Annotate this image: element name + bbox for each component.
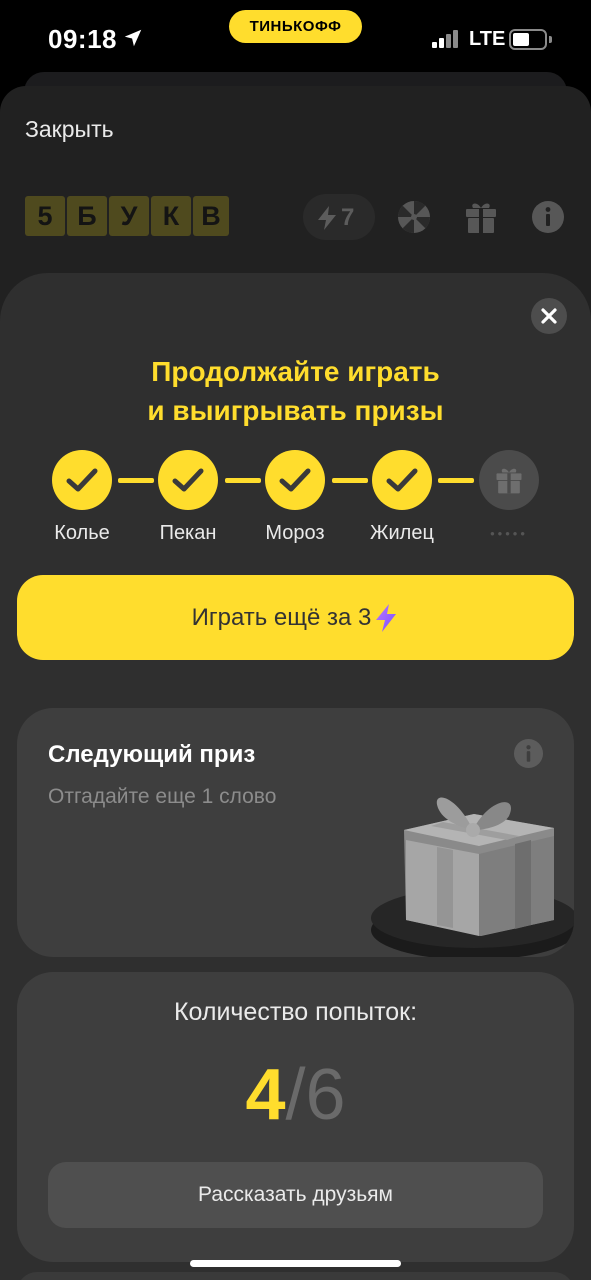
game-logo: 5 Б У К В [25,196,229,236]
logo-letter: Б [67,196,107,236]
step-connector [118,478,154,483]
logo-letter: 5 [25,196,65,236]
close-link[interactable]: Закрыть [25,116,114,143]
next-card-peek [17,1272,574,1280]
step-1-done [52,450,112,510]
info-icon[interactable] [530,199,566,235]
close-icon [541,308,557,324]
info-icon[interactable] [513,738,544,769]
attempts-value: 4/6 [17,1054,574,1136]
battery-icon [509,29,552,50]
step-4-done [372,450,432,510]
play-again-button[interactable]: Играть ещё за 3 [17,575,574,660]
next-prize-title: Следующий приз [48,741,256,768]
screen: 09:18 ТИНЬКОФФ LTE Закрыть 5 Б У К В 7 П… [0,0,591,1280]
wheel-icon[interactable] [396,199,432,235]
attempts-label: Количество попыток: [173,998,418,1026]
checkmark-icon [279,468,311,492]
share-with-friends-button[interactable]: Рассказать друзьям [48,1162,543,1228]
step-label: Пекан [159,522,217,544]
next-prize-subtitle: Отгадайте еще 1 слово [48,785,277,808]
attempts-used: 4 [245,1055,286,1135]
modal-title: Продолжайте играть и выигрывать призы [60,352,531,430]
network-type: LTE [469,28,506,50]
lightning-icon [318,206,336,230]
step-label: Мороз [265,522,325,544]
step-3-done [265,450,325,510]
gift-icon [496,468,522,494]
lightning-icon [376,603,397,632]
attempts-total: 6 [305,1055,346,1135]
logo-letter: В [193,196,229,236]
checkmark-icon [386,468,418,492]
signal-bars-icon [432,30,464,48]
step-5-locked [479,450,539,510]
energy-counter[interactable]: 7 [303,194,375,240]
next-prize-card[interactable]: Следующий приз Отгадайте еще 1 слово [17,708,574,957]
step-label: Жилец [370,522,434,544]
step-label-hidden: ••••• [490,526,528,541]
modal-close-button[interactable] [531,298,567,334]
gift-illustration [371,797,574,957]
logo-letter: У [109,196,149,236]
step-label: Колье [54,522,110,544]
step-connector [438,478,474,483]
step-connector [332,478,368,483]
play-again-label: Играть ещё за 3 [191,603,372,631]
gift-icon[interactable] [463,199,499,235]
home-indicator[interactable] [190,1260,401,1267]
attempts-separator: / [285,1055,306,1135]
location-arrow-icon [124,29,142,47]
step-2-done [158,450,218,510]
brand-pill: ТИНЬКОФФ [229,10,362,43]
status-time: 09:18 [48,24,117,54]
modal-title-line2: и выигрывать призы [147,395,444,426]
step-connector [225,478,261,483]
attempts-card: Количество попыток: 4/6 Рассказать друзь… [17,972,574,1262]
logo-letter: К [151,196,191,236]
checkmark-icon [172,468,204,492]
status-bar: 09:18 ТИНЬКОФФ LTE [0,0,591,80]
checkmark-icon [66,468,98,492]
energy-count: 7 [341,204,355,231]
modal-title-line1: Продолжайте играть [151,356,440,387]
